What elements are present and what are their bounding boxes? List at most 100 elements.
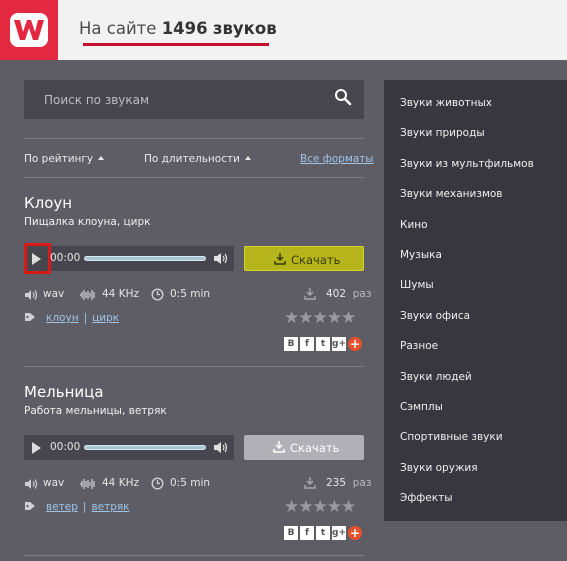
audio-player: 00:00 bbox=[24, 435, 234, 460]
sidebar-item-movies[interactable]: Кино bbox=[400, 219, 428, 231]
star-icon[interactable]: ★ bbox=[284, 310, 299, 327]
volume-icon[interactable] bbox=[213, 252, 229, 265]
sidebar-item-sports[interactable]: Спортивные звуки bbox=[400, 431, 503, 443]
sidebar-item-noise[interactable]: Шумы bbox=[400, 279, 434, 291]
divider bbox=[24, 177, 364, 178]
search-icon[interactable] bbox=[334, 88, 352, 106]
star-icon[interactable]: ★ bbox=[341, 499, 356, 516]
sound-description: Работа мельницы, ветряк bbox=[24, 405, 167, 417]
play-icon[interactable] bbox=[32, 253, 41, 265]
volume-icon[interactable] bbox=[213, 441, 229, 454]
vk-share-icon[interactable]: В bbox=[284, 337, 298, 351]
facebook-share-icon[interactable]: f bbox=[300, 526, 314, 540]
download-count-value: 235 bbox=[326, 477, 347, 489]
download-count-unit: раз bbox=[352, 477, 372, 489]
waveform-icon bbox=[80, 290, 95, 300]
download-count-icon bbox=[304, 477, 316, 489]
sound-format: wav bbox=[43, 477, 65, 489]
tag-icon bbox=[25, 313, 35, 321]
sidebar-item-animals[interactable]: Звуки животных bbox=[400, 97, 492, 109]
facebook-share-icon[interactable]: f bbox=[300, 337, 314, 351]
logo-w-icon bbox=[10, 13, 48, 47]
twitter-share-icon[interactable]: t bbox=[316, 337, 330, 351]
star-icon[interactable]: ★ bbox=[284, 499, 299, 516]
rating-stars[interactable]: ★★★★★ bbox=[284, 497, 356, 516]
star-icon[interactable]: ★ bbox=[298, 499, 313, 516]
search-input[interactable] bbox=[24, 80, 324, 119]
player-time: 00:00 bbox=[50, 441, 81, 453]
sound-item: Клоун Пищалка клоуна, цирк 00:00 Скачать bbox=[0, 194, 384, 369]
googleplus-share-icon[interactable]: g+ bbox=[332, 337, 346, 351]
sidebar-item-cartoons[interactable]: Звуки из мультфильмов bbox=[400, 158, 534, 170]
tag-link[interactable]: клоун bbox=[46, 312, 79, 324]
tag-icon bbox=[25, 502, 35, 510]
sidebar-item-office[interactable]: Звуки офиса bbox=[400, 310, 470, 322]
download-count-value: 402 bbox=[326, 288, 347, 300]
star-icon[interactable]: ★ bbox=[341, 310, 356, 327]
googleplus-share-icon[interactable]: g+ bbox=[332, 526, 346, 540]
play-icon[interactable] bbox=[32, 442, 41, 454]
download-count-icon bbox=[304, 288, 316, 300]
more-share-icon[interactable]: + bbox=[348, 526, 362, 540]
sort-by-duration[interactable]: По длительности bbox=[144, 153, 251, 165]
clock-icon bbox=[151, 477, 164, 490]
sort-arrow-up-icon bbox=[244, 156, 251, 160]
speaker-icon bbox=[25, 290, 38, 300]
download-count: 402 раз bbox=[326, 288, 371, 300]
tag-list: клоун | цирк bbox=[24, 312, 119, 324]
vk-share-icon[interactable]: В bbox=[284, 526, 298, 540]
sound-duration: 0:5 min bbox=[170, 477, 211, 489]
sidebar-item-nature[interactable]: Звуки природы bbox=[400, 127, 485, 139]
download-button[interactable]: Скачать bbox=[244, 246, 364, 271]
progress-bar[interactable] bbox=[84, 256, 206, 261]
sidebar-item-mechanisms[interactable]: Звуки механизмов bbox=[400, 188, 502, 200]
all-formats-link[interactable]: Все форматы bbox=[300, 153, 374, 165]
sound-bitrate: 44 KHz bbox=[102, 477, 139, 489]
sound-title[interactable]: Клоун bbox=[24, 194, 72, 212]
sidebar-item-samples[interactable]: Сэмплы bbox=[400, 401, 443, 413]
share-buttons: Вf t g+ + bbox=[284, 526, 362, 545]
twitter-share-icon[interactable]: t bbox=[316, 526, 330, 540]
tag-separator: | bbox=[82, 501, 87, 513]
sidebar-item-people[interactable]: Звуки людей bbox=[400, 371, 472, 383]
site-sound-count: На сайте 1496 звуков bbox=[79, 19, 277, 38]
star-icon[interactable]: ★ bbox=[327, 310, 342, 327]
sidebar-item-effects[interactable]: Эффекты bbox=[400, 492, 453, 504]
tag-list: ветер | ветряк bbox=[24, 501, 130, 513]
download-icon bbox=[273, 441, 285, 453]
tag-link[interactable]: цирк bbox=[92, 312, 119, 324]
sound-item: Мельница Работа мельницы, ветряк 00:00 С… bbox=[0, 383, 384, 558]
site-logo[interactable] bbox=[0, 0, 58, 60]
sound-format: wav bbox=[43, 288, 65, 300]
more-share-icon[interactable]: + bbox=[348, 337, 362, 351]
tag-separator: | bbox=[83, 312, 88, 324]
star-icon[interactable]: ★ bbox=[313, 499, 328, 516]
download-count-unit: раз bbox=[352, 288, 372, 300]
download-icon bbox=[274, 253, 286, 265]
sidebar-item-misc[interactable]: Разное bbox=[400, 340, 438, 352]
sound-description: Пищалка клоуна, цирк bbox=[24, 216, 151, 228]
count-value: 1496 bbox=[161, 19, 208, 38]
sound-title[interactable]: Мельница bbox=[24, 383, 104, 401]
clock-icon bbox=[151, 288, 164, 301]
tag-link[interactable]: ветер bbox=[46, 501, 78, 513]
top-bar: На сайте 1496 звуков bbox=[0, 0, 567, 60]
progress-bar[interactable] bbox=[84, 445, 206, 450]
tag-link[interactable]: ветряк bbox=[91, 501, 129, 513]
rating-stars[interactable]: ★★★★★ bbox=[284, 308, 356, 327]
sidebar-item-weapons[interactable]: Звуки оружия bbox=[400, 462, 478, 474]
download-button[interactable]: Скачать bbox=[244, 435, 364, 460]
download-label: Скачать bbox=[290, 441, 340, 455]
sidebar-item-music[interactable]: Музыка bbox=[400, 249, 442, 261]
audio-player: 00:00 bbox=[24, 243, 234, 274]
count-underline bbox=[83, 43, 269, 46]
player-time: 00:00 bbox=[50, 252, 81, 264]
sound-duration: 0:5 min bbox=[170, 288, 211, 300]
sort-by-rating[interactable]: По рейтингу bbox=[24, 153, 105, 165]
star-icon[interactable]: ★ bbox=[313, 310, 328, 327]
star-icon[interactable]: ★ bbox=[327, 499, 342, 516]
sort-by-duration-label: По длительности bbox=[144, 153, 240, 165]
sort-arrow-up-icon bbox=[98, 156, 105, 160]
search-box bbox=[24, 80, 364, 119]
star-icon[interactable]: ★ bbox=[298, 310, 313, 327]
